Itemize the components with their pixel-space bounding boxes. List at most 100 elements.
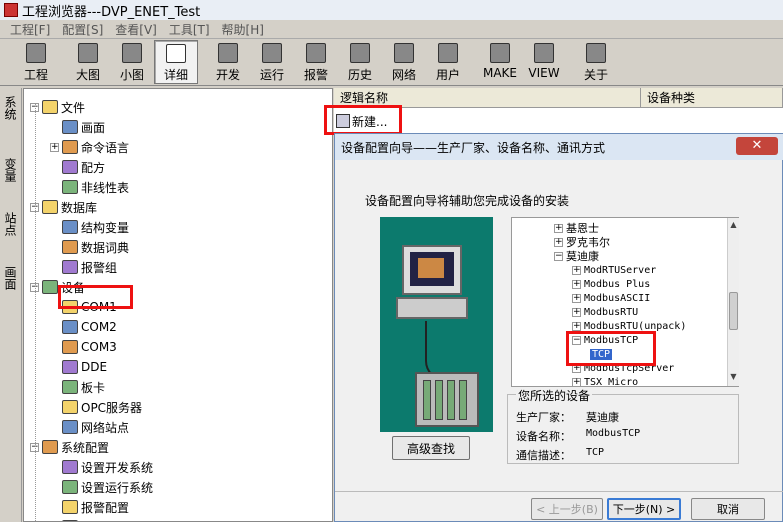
computer-plc-illustration [380,217,493,432]
tree-node[interactable]: COM3 [50,337,117,357]
scroll-up-icon[interactable]: ▲ [729,220,738,232]
highlight-modbustcp [566,331,656,366]
toolbar-develop-button[interactable]: 开发 [206,40,250,84]
menu-view[interactable]: 查看[V] [115,21,157,38]
menu-config[interactable]: 配置[S] [62,21,103,38]
tree-node[interactable]: 画面 [50,117,105,137]
tree-node[interactable]: − 系统配置 [30,437,109,457]
expand-icon[interactable]: + [572,265,581,275]
tree-guide-line [35,103,36,521]
device-node-label: ModbusRTU [584,306,639,318]
tree-node[interactable]: 配方 [50,157,105,177]
expand-icon[interactable]: + [572,279,581,289]
tree-node[interactable]: 历史数据记录 [50,517,153,521]
side-tab-screens[interactable]: 画面 [3,266,19,290]
device-node-label: 莫迪康 [566,250,599,263]
monitor-icon [402,245,462,295]
computer-base-icon [396,297,468,319]
device-node[interactable]: + 罗克韦尔 [554,235,610,249]
close-button[interactable]: ✕ [736,137,778,155]
tree-node-icon [62,260,78,274]
expand-icon[interactable]: + [572,377,581,386]
tree-node[interactable]: − 数据库 [30,197,97,217]
next-button[interactable]: 下一步(N) > [607,498,681,520]
make-icon [490,43,510,63]
menu-help[interactable]: 帮助[H] [222,21,264,38]
tree-node-icon [42,280,58,294]
tree-node-label: 系统配置 [61,440,110,455]
develop-icon [218,43,238,63]
tree-node[interactable]: 设置运行系统 [50,477,153,497]
tree-node[interactable]: 结构变量 [50,217,129,237]
expand-icon[interactable]: + [572,321,581,331]
tree-node[interactable]: 报警配置 [50,497,129,517]
expand-icon[interactable]: + [50,142,59,152]
advanced-search-button[interactable]: 高级查找 [392,436,470,460]
tree-node[interactable]: − 文件 [30,97,85,117]
device-node[interactable]: − 莫迪康 [554,249,599,263]
tree-node-icon [62,360,78,374]
expand-icon[interactable]: + [554,237,563,247]
toolbar-history-button[interactable]: 历史 [338,40,382,84]
toolbar-view-button[interactable]: VIEW [522,40,566,84]
device-tree-scrollbar[interactable]: ▲ ▼ [727,218,739,386]
toolbar-details-button[interactable]: 详细 [154,40,198,84]
tree-node[interactable]: 报警组 [50,257,117,277]
collapse-icon[interactable]: − [554,251,563,261]
tree-node[interactable]: OPC服务器 [50,397,142,417]
device-node[interactable]: + TSX Micro [572,375,638,386]
tree-node-label: 板卡 [81,380,106,395]
side-tab-system[interactable]: 系统 [3,96,19,120]
toolbar-make-button[interactable]: MAKE [478,40,522,84]
tree-node[interactable]: 板卡 [50,377,105,397]
side-tab-sites[interactable]: 站点 [3,212,19,236]
device-node[interactable]: + 基恩士 [554,221,599,235]
expand-icon[interactable]: + [554,223,563,233]
cancel-button[interactable]: 取消 [691,498,765,520]
tree-node-label: 配方 [81,160,106,175]
column-device-type[interactable]: 设备种类 [641,88,783,108]
tree-node[interactable]: 数据词典 [50,237,129,257]
device-node[interactable]: + ModRTUServer [572,263,656,277]
tree-node[interactable]: + 命令语言 [50,137,129,157]
tree-node[interactable]: 设置开发系统 [50,457,153,477]
prev-button[interactable]: < 上一步(B) [531,498,603,520]
toolbar-small-icons-button[interactable]: 小图 [110,40,154,84]
device-node[interactable]: + ModbusASCII [572,291,650,305]
toolbar-user-button[interactable]: 用户 [426,40,470,84]
project-icon [26,43,46,63]
tree-node[interactable]: 非线性表 [50,177,129,197]
tree-node-label: 数据词典 [81,240,130,255]
device-node-label: ModbusASCII [584,292,651,304]
expand-icon[interactable]: + [572,307,581,317]
wizard-prompt: 设备配置向导将辅助您完成设备的安装 [365,194,570,208]
device-node[interactable]: + ModbusRTU [572,305,638,319]
device-node[interactable]: + Modbus Plus [572,277,650,291]
toolbar-network-button[interactable]: 网络 [382,40,426,84]
tree-node[interactable]: DDE [50,357,107,377]
scroll-thumb[interactable] [729,292,738,330]
tree-node-icon [62,240,78,254]
history-icon [350,43,370,63]
tree-node-icon [62,180,78,194]
toolbar-project-button[interactable]: 工程 [14,40,58,84]
toolbar-run-button[interactable]: 运行 [250,40,294,84]
scroll-down-icon[interactable]: ▼ [729,372,738,384]
menu-tools[interactable]: 工具[T] [169,21,210,38]
toolbar-large-icons-button[interactable]: 大图 [66,40,110,84]
toolbar-about-button[interactable]: 关于 [574,40,618,84]
expand-icon[interactable]: + [572,293,581,303]
tree-node[interactable]: COM2 [50,317,117,337]
maker-row: 生产厂家： 莫迪康 [516,411,619,424]
toolbar-alarm-button[interactable]: 报警 [294,40,338,84]
tree-node-icon [62,460,78,474]
tree-node-label: 设置开发系统 [81,460,154,475]
tree-node-icon [42,100,58,114]
menu-project[interactable]: 工程[F] [10,21,50,38]
toolbar: 工程 大图 小图 详细 开发 运行 报警 历史 网络 用户 MAKE VIEW … [0,40,783,86]
side-tab-variables[interactable]: 变量 [3,158,19,182]
device-name-value: ModbusTCP [586,428,641,439]
selected-device-legend: 您所选的设备 [516,387,593,404]
button-divider [335,491,783,492]
tree-node[interactable]: 网络站点 [50,417,129,437]
